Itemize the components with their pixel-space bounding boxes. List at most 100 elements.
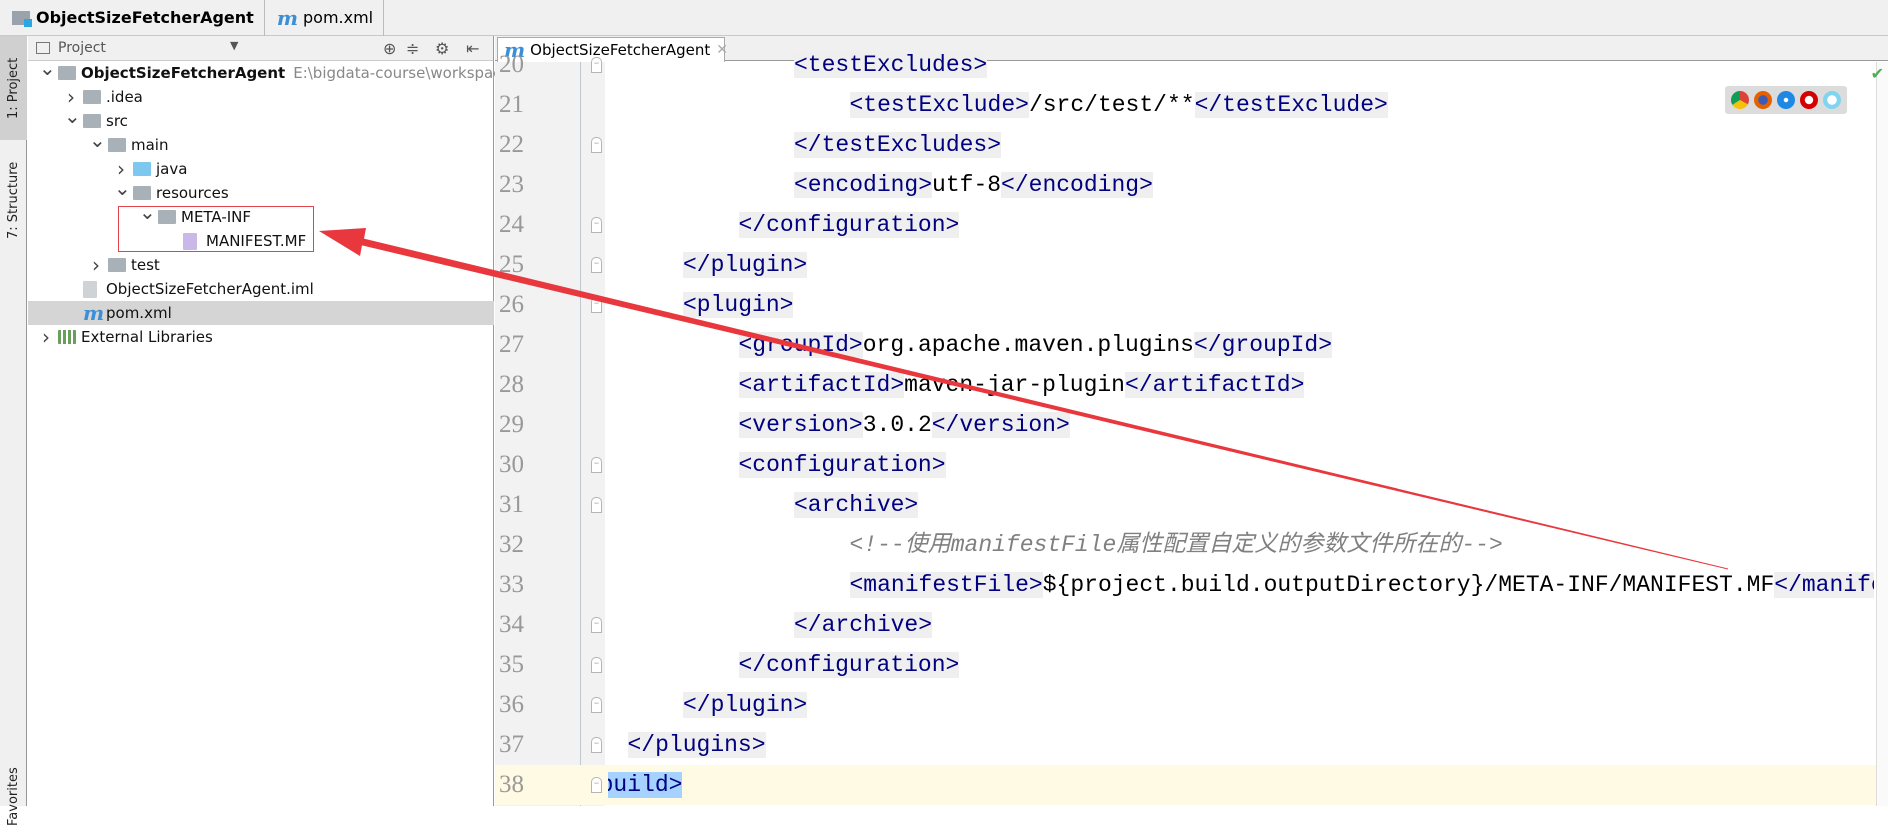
maven-file-icon: m	[83, 301, 105, 325]
folder-icon	[108, 258, 126, 272]
breadcrumb-project[interactable]: ObjectSizeFetcherAgent	[0, 0, 265, 36]
fold-marker-icon[interactable]: −	[591, 737, 602, 753]
line-number: 23	[499, 171, 524, 198]
fold-marker-icon[interactable]: −	[591, 137, 602, 153]
xml-tag: <archive>	[794, 492, 919, 518]
vertical-scrollbar[interactable]	[1876, 62, 1888, 806]
tree-item[interactable]: › External Libraries	[28, 325, 494, 349]
project-panel-header: Project ▼ ⊕ ≑ ⚙ ⇤	[28, 36, 493, 61]
fold-marker-icon[interactable]: −	[591, 217, 602, 233]
code-line[interactable]: 24 − </configuration>	[495, 205, 1888, 245]
safari-icon[interactable]	[1776, 91, 1795, 109]
fold-marker-icon[interactable]: −	[591, 497, 602, 513]
fold-marker-icon[interactable]: −	[591, 657, 602, 673]
collapse-all-icon[interactable]: ≑	[406, 39, 419, 58]
tool-window-strip: 1: Project 7: Structure Favorites	[0, 36, 27, 826]
resources-folder-icon	[133, 186, 151, 200]
toolwindow-favorites-tab[interactable]: Favorites	[0, 766, 27, 826]
xml-tag: </build>	[608, 772, 683, 798]
fold-marker-icon[interactable]: −	[591, 57, 602, 73]
code-line[interactable]: 26 − <plugin>	[495, 285, 1888, 325]
gear-icon[interactable]: ⚙	[435, 39, 449, 58]
fold-marker-icon[interactable]: −	[591, 297, 602, 313]
tree-item[interactable]: › test	[28, 253, 494, 277]
xml-tag: <groupId>	[738, 332, 863, 358]
xml-tag: <artifactId>	[738, 372, 905, 398]
line-number: 28	[499, 371, 524, 398]
xml-tag: </artifactId>	[1124, 372, 1305, 398]
code-line[interactable]: 20 − <testExcludes>	[495, 45, 1888, 85]
line-number: 38	[499, 771, 524, 798]
xml-tag: </groupId>	[1194, 332, 1333, 358]
libraries-icon	[58, 330, 76, 344]
fold-marker-icon[interactable]: −	[591, 777, 602, 793]
ie-icon[interactable]	[1822, 91, 1841, 109]
tree-item-label: resources	[156, 184, 229, 202]
fold-marker-icon[interactable]: −	[591, 457, 602, 473]
code-line[interactable]: 23 <encoding>utf-8</encoding>	[495, 165, 1888, 205]
xml-tag: </testExclude>	[1194, 92, 1388, 118]
line-number: 36	[499, 691, 524, 718]
fold-marker-icon[interactable]: −	[591, 697, 602, 713]
chevron-down-icon[interactable]: ⌄	[39, 56, 56, 80]
chevron-down-icon[interactable]: ▼	[230, 39, 238, 52]
tree-item-label: src	[106, 112, 128, 130]
line-number: 25	[499, 251, 524, 278]
code-line[interactable]: 34 − </archive>	[495, 605, 1888, 645]
xml-tag: </configuration>	[738, 652, 960, 678]
code-area[interactable]: 20 − <testExcludes> 21 <testExclude>/src/tes…	[495, 36, 1888, 806]
code-line[interactable]: 21 <testExclude>/src/test/**</testExclude…	[495, 85, 1888, 125]
xml-tag: </plugin>	[683, 692, 808, 718]
code-line[interactable]: 29 <version>3.0.2</version>	[495, 405, 1888, 445]
chevron-right-icon[interactable]: ›	[39, 325, 53, 349]
code-line[interactable]: 31 − <archive>	[495, 485, 1888, 525]
tree-item[interactable]: ⌄ main	[28, 128, 494, 157]
chrome-icon[interactable]	[1731, 91, 1750, 109]
toolwindow-structure-tab[interactable]: 7: Structure	[0, 150, 27, 250]
line-number: 30	[499, 451, 524, 478]
hide-panel-icon[interactable]: ⇤	[466, 39, 479, 58]
fold-marker-icon[interactable]: −	[591, 617, 602, 633]
code-line[interactable]: 37 − </plugins>	[495, 725, 1888, 765]
code-line[interactable]: 36 − </plugin>	[495, 685, 1888, 725]
breadcrumb-file[interactable]: m pom.xml	[265, 0, 385, 36]
locate-icon[interactable]: ⊕	[383, 39, 396, 58]
tree-item[interactable]: › java	[28, 157, 494, 181]
code-line[interactable]: 28 <artifactId>maven-jar-plugin</artifact…	[495, 365, 1888, 405]
xml-tag: </configuration>	[738, 212, 960, 238]
chevron-down-icon[interactable]: ⌄	[64, 104, 81, 128]
tree-item[interactable]: ObjectSizeFetcherAgent.iml	[28, 277, 494, 301]
code-line[interactable]: 27 <groupId>org.apache.maven.plugins</gro…	[495, 325, 1888, 365]
code-line[interactable]: 25 − </plugin>	[495, 245, 1888, 285]
tree-item[interactable]: › .idea	[28, 85, 494, 109]
xml-tag: <version>	[738, 412, 863, 438]
line-number: 20	[499, 51, 524, 78]
maven-icon: m	[276, 5, 298, 30]
tree-item-label: ObjectSizeFetcherAgent	[81, 64, 286, 82]
chevron-down-icon[interactable]: ⌄	[114, 176, 131, 200]
code-line[interactable]: 30 − <configuration>	[495, 445, 1888, 485]
code-line[interactable]: 22 − </testExcludes>	[495, 125, 1888, 165]
opera-icon[interactable]	[1799, 91, 1818, 109]
xml-text: 3.0.2	[862, 412, 932, 438]
line-number: 29	[499, 411, 524, 438]
xml-tag: </encoding>	[1001, 172, 1153, 198]
fold-marker-icon[interactable]: −	[591, 257, 602, 273]
toolwindow-project-tab[interactable]: 1: Project	[0, 36, 27, 140]
firefox-icon[interactable]	[1754, 91, 1773, 109]
project-view-dropdown[interactable]: Project	[58, 40, 106, 56]
code-line[interactable]: 32 <!--使用manifestFile属性配置自定义的参数文件所在的-->	[495, 525, 1888, 565]
tree-item[interactable]: m pom.xml	[28, 301, 494, 325]
xml-text: utf-8	[932, 172, 1002, 198]
tree-item[interactable]: ⌄ ObjectSizeFetcherAgent E:\bigdata-course…	[28, 56, 525, 85]
tree-item-label: java	[156, 160, 188, 178]
chevron-right-icon[interactable]: ›	[89, 253, 103, 277]
chevron-down-icon[interactable]: ⌄	[89, 128, 106, 152]
tree-item[interactable]: ⌄ resources	[28, 176, 494, 205]
folder-icon	[108, 138, 126, 152]
code-line[interactable]: 38 −</build>	[495, 765, 1888, 805]
module-icon	[58, 66, 76, 80]
code-line[interactable]: 35 − </configuration>	[495, 645, 1888, 685]
code-line[interactable]: 33 <manifestFile>${project.build.outputDi…	[495, 565, 1888, 605]
xml-text: maven-jar-plugin	[904, 372, 1125, 398]
